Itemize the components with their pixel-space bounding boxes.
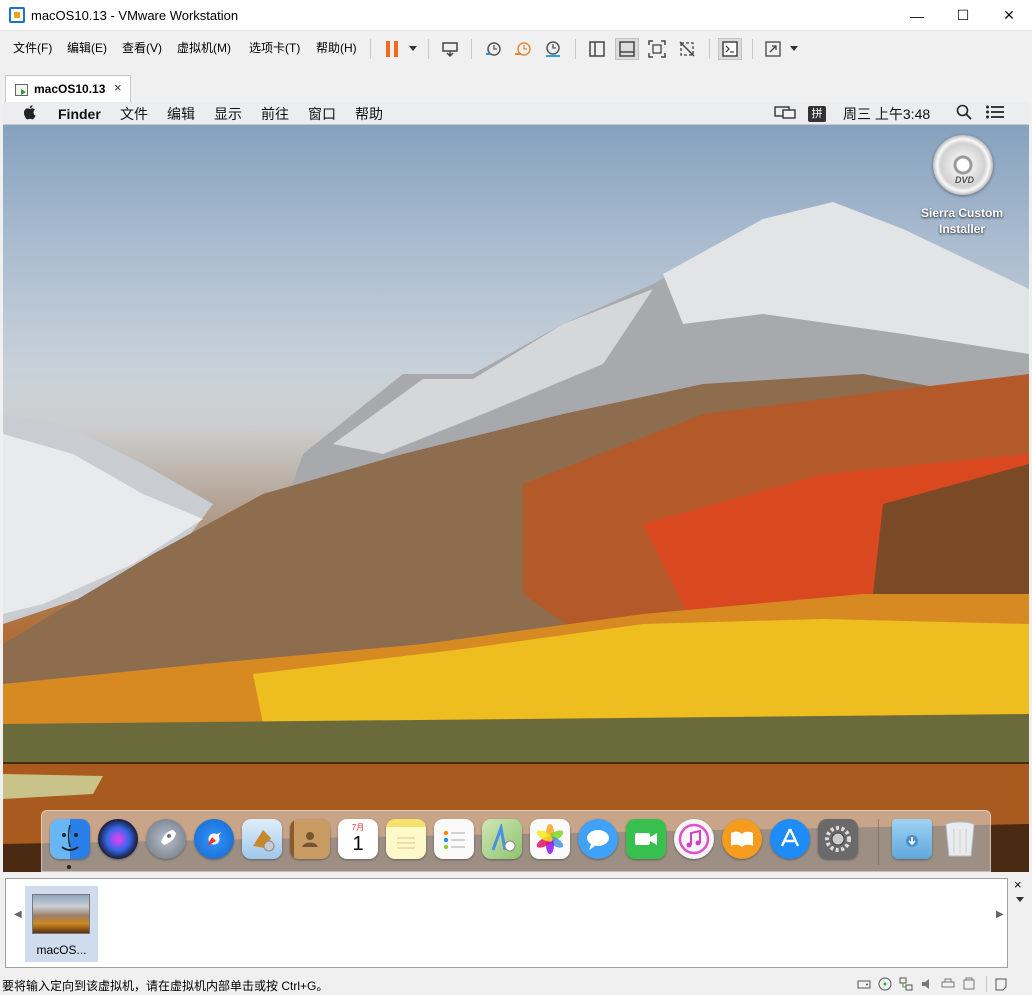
photos-icon[interactable] [530,819,570,859]
ibooks-icon[interactable] [722,819,762,859]
guest-menu-edit[interactable]: 编辑 [167,104,195,124]
guest-menu-window[interactable]: 窗口 [308,104,336,124]
tab-close-icon[interactable]: × [114,80,122,95]
hard-disk-icon[interactable] [857,977,871,991]
vm-thumbnail-label: macOS... [36,943,87,957]
dvd-disc-icon[interactable]: DVD [933,135,993,195]
printer-icon[interactable] [941,977,955,991]
menu-view[interactable]: 查看(V) [122,31,162,65]
network-icon[interactable] [899,977,913,991]
close-button[interactable]: ✕ [986,0,1032,31]
display-mirroring-icon[interactable] [774,104,796,124]
reminders-icon[interactable] [434,819,474,859]
thumbnail-bar-close-icon[interactable]: × [1014,877,1022,892]
dock: 7月 1 [41,810,991,872]
window-title: macOS10.13 - VMware Workstation [31,8,239,23]
spotlight-icon[interactable] [956,104,972,124]
tab-strip: macOS10.13 × [0,67,1032,103]
vm-running-icon [15,84,28,96]
vmware-app-icon [9,7,25,23]
notification-center-icon[interactable] [985,104,1005,124]
guest-menu-help[interactable]: 帮助 [355,104,383,124]
menu-file[interactable]: 文件(F) [13,31,52,65]
thumbnail-scroll-right-icon[interactable]: ▶ [996,909,1004,920]
maps-icon[interactable] [482,819,522,859]
stretch-dropdown-icon[interactable] [790,46,798,51]
message-log-icon[interactable] [994,977,1008,991]
facetime-icon[interactable] [626,819,666,859]
apple-menu-icon[interactable] [23,104,37,124]
vm-thumbnail-image [32,894,90,934]
menu-tabs[interactable]: 选项卡(T) [249,31,300,65]
itunes-icon[interactable] [674,819,714,859]
sound-icon[interactable] [920,977,934,991]
thumbnail-bar: ◀ macOS... ▶ [5,878,1008,968]
tab-label: macOS10.13 [34,82,106,96]
snapshot-manager-icon[interactable] [541,38,565,60]
status-message: 要将输入定向到该虚拟机，请在虚拟机内部单击或按 Ctrl+G。 [2,979,329,993]
siri-icon[interactable] [98,819,138,859]
library-icon[interactable] [585,38,609,60]
guest-menu-file[interactable]: 文件 [120,104,148,124]
thumbnail-bar-menu-icon[interactable] [1016,897,1024,902]
menu-help[interactable]: 帮助(H) [316,31,357,65]
menu-vm[interactable]: 虚拟机(M) [177,31,231,65]
thumbnail-scroll-left-icon[interactable]: ◀ [14,909,22,920]
send-keys-icon[interactable] [438,38,462,60]
menubar-clock[interactable]: 周三 上午3:48 [843,104,930,124]
status-bar: 要将输入定向到该虚拟机，请在虚拟机内部单击或按 Ctrl+G。 [0,974,1032,995]
trash-icon[interactable] [940,819,980,859]
calendar-icon[interactable]: 7月 1 [338,819,378,859]
finder-icon[interactable] [50,819,90,859]
dock-separator [878,819,879,865]
notes-icon[interactable] [386,819,426,859]
safari-icon[interactable] [194,819,234,859]
mail-icon[interactable] [242,819,282,859]
console-icon[interactable] [718,38,742,60]
snapshot-icon[interactable] [481,38,505,60]
launchpad-icon[interactable] [146,819,186,859]
cd-dvd-icon[interactable] [878,977,892,991]
macos-menubar: Finder 文件 编辑 显示 前往 窗口 帮助 拼 周三 上午3:48 [3,102,1029,125]
menu-toolbar: 文件(F) 编辑(E) 查看(V) 虚拟机(M) 选项卡(T) 帮助(H) [0,31,1032,67]
messages-icon[interactable] [578,819,618,859]
unity-icon[interactable] [675,38,699,60]
finder-running-indicator [67,865,71,869]
minimize-button[interactable]: — [894,0,940,31]
usb-device-icon[interactable] [962,977,976,991]
input-method-icon[interactable]: 拼 [808,106,826,122]
pause-icon[interactable] [380,38,404,60]
guest-menu-view[interactable]: 显示 [214,104,242,124]
stretch-icon[interactable] [761,38,785,60]
desktop-icon-label[interactable]: Sierra Custom Installer [908,205,1016,237]
maximize-button[interactable]: ☐ [940,0,986,31]
revert-snapshot-icon[interactable] [511,38,535,60]
vm-thumbnail[interactable]: macOS... [25,886,98,962]
power-dropdown-icon[interactable] [409,46,417,51]
tab-macos[interactable]: macOS10.13 × [5,75,131,103]
fullscreen-icon[interactable] [645,38,669,60]
menu-edit[interactable]: 编辑(E) [67,31,107,65]
contacts-icon[interactable] [290,819,330,859]
finder-menu[interactable]: Finder [58,104,101,124]
window-titlebar: macOS10.13 - VMware Workstation — ☐ ✕ [0,0,1032,31]
app-store-icon[interactable] [770,819,810,859]
high-sierra-wallpaper [3,202,1029,872]
guest-menu-go[interactable]: 前往 [261,104,289,124]
downloads-folder-icon[interactable] [892,819,932,859]
vm-guest-screen[interactable]: Finder 文件 编辑 显示 前往 窗口 帮助 拼 周三 上午3:48 DVD… [3,102,1029,872]
system-preferences-icon[interactable] [818,819,858,859]
thumbnail-bar-icon[interactable] [615,38,639,60]
